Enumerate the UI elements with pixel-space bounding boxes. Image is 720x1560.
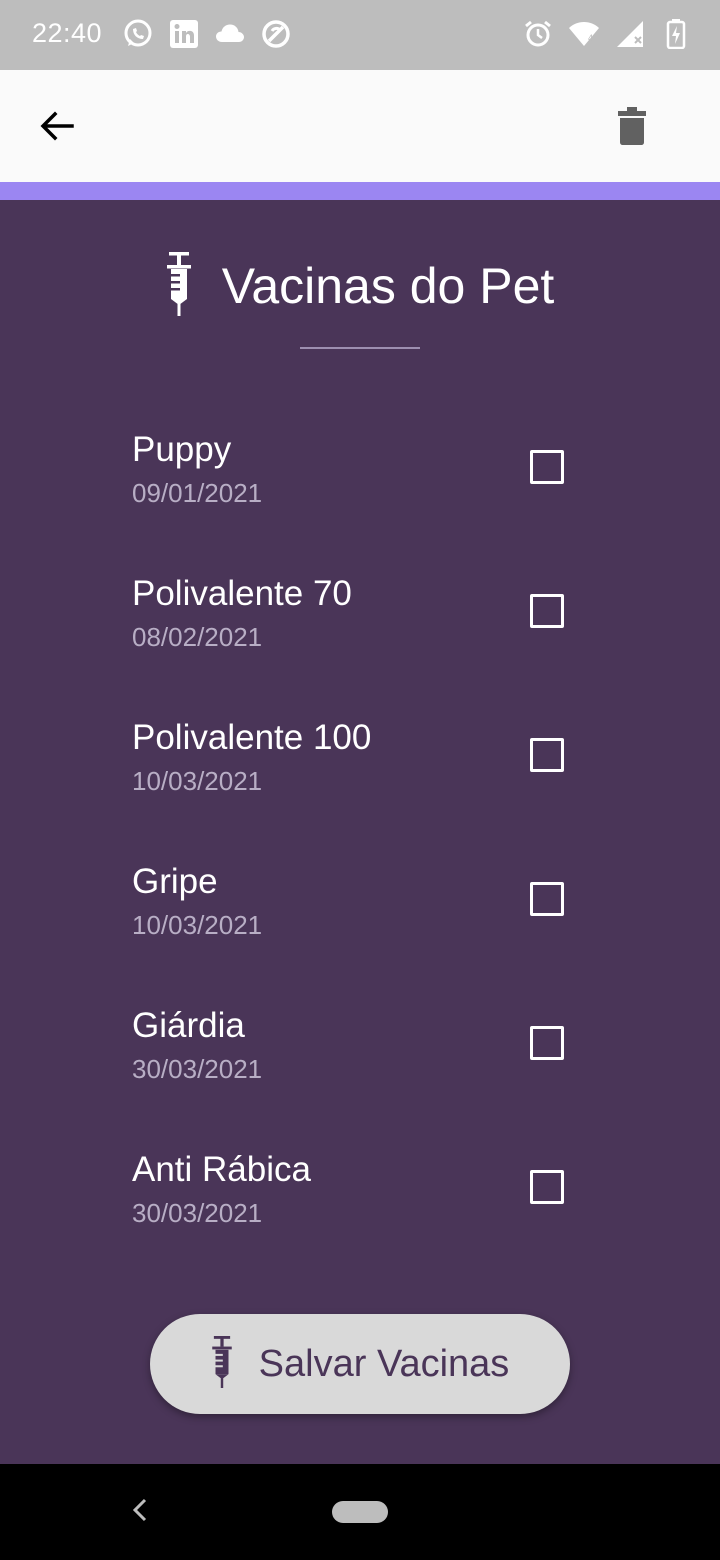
list-item: Gripe 10/03/2021 [132, 862, 592, 962]
vaccine-date: 10/03/2021 [132, 910, 263, 940]
save-button-label: Salvar Vacinas [258, 1342, 510, 1385]
vaccine-name: Polivalente 70 [132, 574, 352, 613]
app-bar [0, 70, 720, 182]
system-nav-bar [0, 1464, 720, 1560]
vaccine-date: 08/02/2021 [132, 622, 263, 652]
signal-icon [614, 18, 646, 50]
vaccine-name: Polivalente 100 [132, 718, 372, 757]
accent-strip [0, 182, 720, 200]
alarm-icon [522, 18, 554, 50]
status-bar: 22:40 4 [0, 0, 720, 70]
sync-disabled-icon [260, 18, 292, 50]
vaccine-date: 09/01/2021 [132, 478, 263, 508]
status-time: 22:40 [32, 18, 103, 48]
vaccine-name: Anti Rábica [132, 1150, 311, 1189]
save-vaccines-button[interactable]: Salvar Vacinas [150, 1314, 570, 1414]
syringe-icon [211, 1335, 233, 1393]
vaccine-name: Gripe [132, 862, 218, 901]
status-icons-right: 4 [522, 18, 692, 50]
vaccine-date: 30/03/2021 [132, 1054, 263, 1084]
list-item: Polivalente 100 10/03/2021 [132, 718, 592, 818]
linkedin-icon [168, 18, 200, 50]
vaccine-name: Giárdia [132, 1006, 245, 1045]
vaccine-checkbox[interactable] [530, 738, 564, 772]
vaccine-checkbox[interactable] [530, 450, 564, 484]
vaccine-date: 10/03/2021 [132, 766, 263, 796]
vaccine-name: Puppy [132, 430, 232, 469]
vaccine-checkbox[interactable] [530, 882, 564, 916]
list-item: Polivalente 70 08/02/2021 [132, 574, 592, 674]
nav-home-pill[interactable] [332, 1501, 388, 1523]
wifi-icon: 4 [568, 18, 600, 50]
main-content: Vacinas do Pet Puppy 09/01/2021 Polivale… [0, 200, 720, 1464]
vaccine-checkbox[interactable] [530, 594, 564, 628]
battery-charging-icon [660, 18, 692, 50]
delete-button[interactable] [606, 102, 658, 154]
trash-icon [616, 106, 648, 151]
list-item: Anti Rábica 30/03/2021 [132, 1150, 592, 1250]
cloud-icon [214, 18, 246, 50]
syringe-icon [166, 251, 192, 321]
chevron-left-icon [130, 1497, 150, 1528]
page-header: Vacinas do Pet [0, 246, 720, 326]
svg-text:4: 4 [588, 33, 593, 43]
vaccine-checkbox[interactable] [530, 1170, 564, 1204]
list-item: Puppy 09/01/2021 [132, 430, 592, 530]
nav-back-button[interactable] [126, 1498, 154, 1526]
page-title: Vacinas do Pet [221, 258, 555, 314]
status-icons-left [122, 18, 292, 50]
arrow-left-icon [36, 106, 76, 151]
title-divider [300, 347, 420, 349]
list-item: Giárdia 30/03/2021 [132, 1006, 592, 1106]
vaccine-checkbox[interactable] [530, 1026, 564, 1060]
vaccine-date: 30/03/2021 [132, 1198, 263, 1228]
back-button[interactable] [30, 102, 82, 154]
whatsapp-icon [122, 18, 154, 50]
